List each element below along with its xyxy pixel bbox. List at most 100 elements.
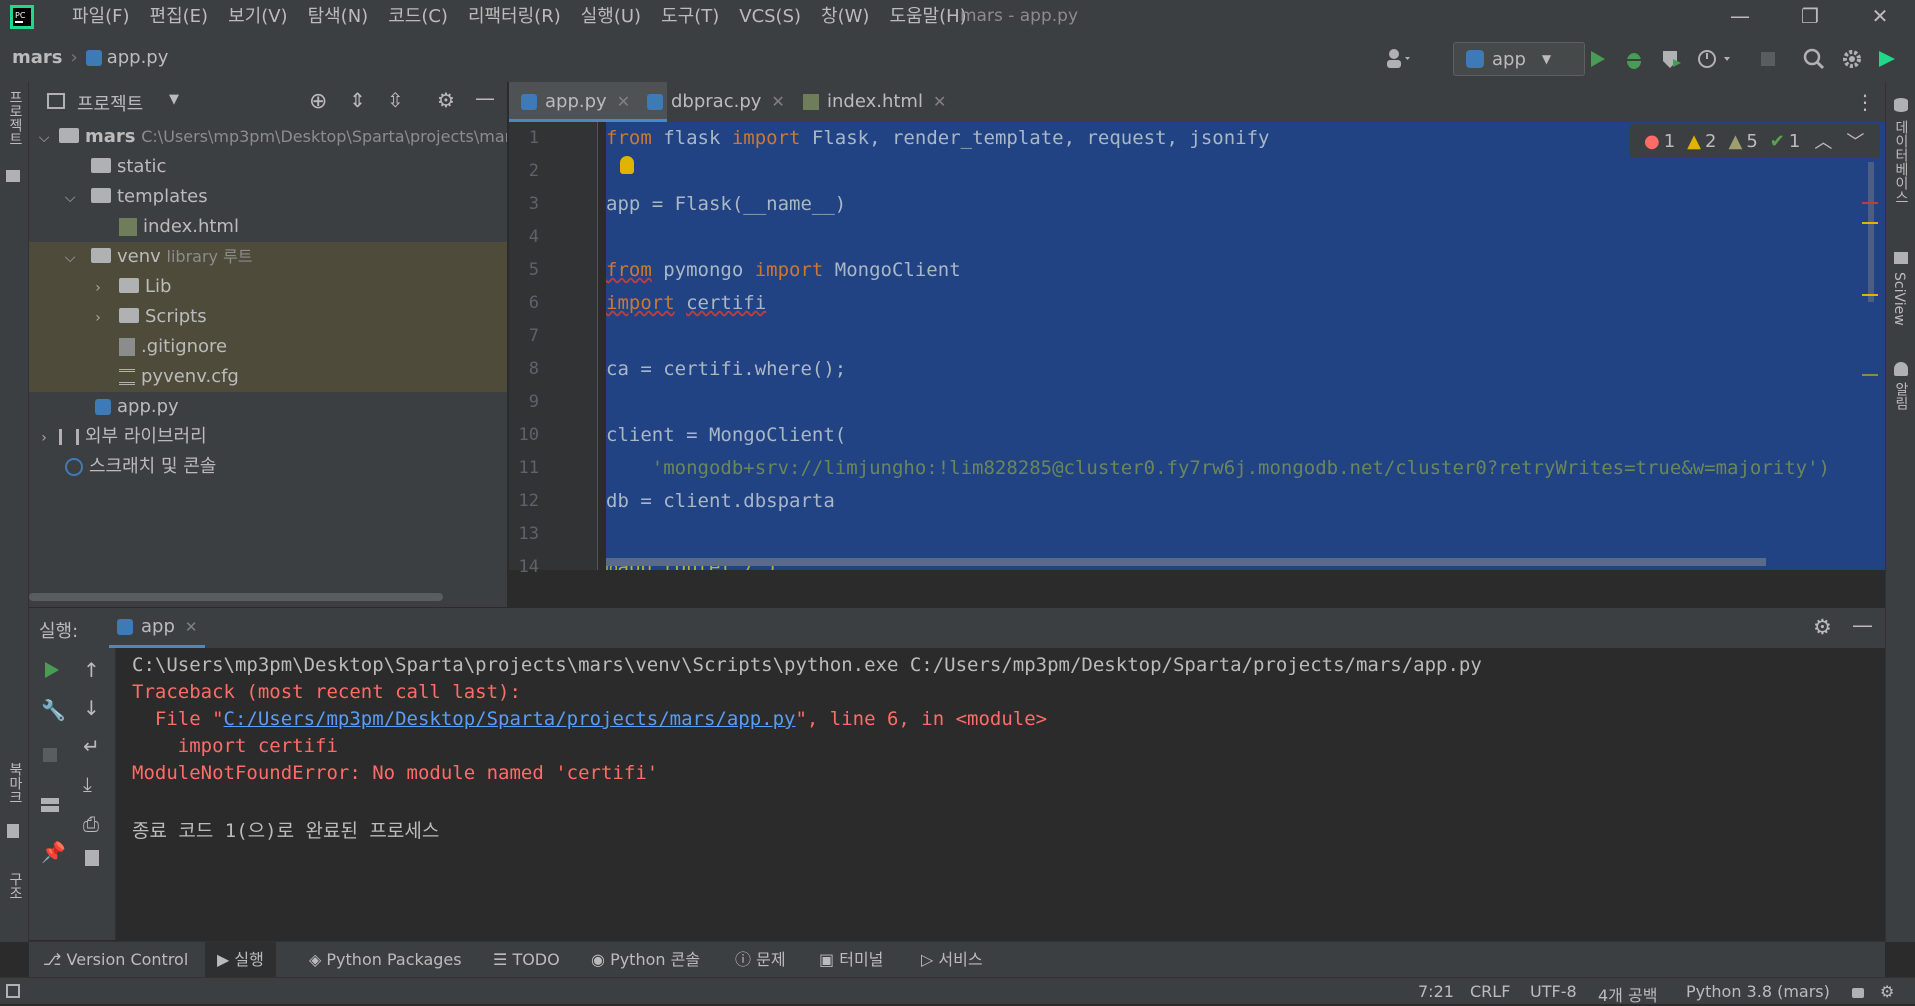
hide-run-panel-icon[interactable]: —	[1852, 613, 1873, 637]
collapse-all-icon[interactable]: ⇳	[387, 88, 404, 112]
menu-run[interactable]: 실행(U)	[571, 5, 651, 29]
wrench-icon[interactable]: 🔧	[41, 698, 66, 722]
close-tab-icon[interactable]: ✕	[185, 618, 198, 636]
tool-windows-toggle-icon[interactable]	[6, 984, 20, 998]
tree-item-static[interactable]: static	[29, 152, 507, 182]
tree-item-pyvenv-cfg[interactable]: pyvenv.cfg	[29, 362, 507, 392]
tree-item-lib[interactable]: › Lib	[29, 272, 507, 302]
tool-services[interactable]: ▷ 서비스	[921, 942, 983, 978]
run-tab-app[interactable]: app ✕	[109, 608, 206, 648]
pin-icon[interactable]: 📌	[41, 840, 66, 864]
chevron-right-icon[interactable]: ›	[89, 273, 107, 302]
code-editor[interactable]: from flask import Flask, render_template…	[598, 122, 1885, 570]
menu-code[interactable]: 코드(C)	[378, 5, 458, 29]
stop-icon[interactable]	[1756, 47, 1780, 71]
project-panel-title[interactable]: 프로젝트	[77, 90, 143, 116]
tree-item-app-py[interactable]: app.py	[29, 392, 507, 422]
tool-python-console[interactable]: ◉ Python 콘솔	[591, 942, 700, 978]
warning-stripe-mark[interactable]	[1862, 294, 1878, 296]
run-console[interactable]: C:\Users\mp3pm\Desktop\Sparta\projects\m…	[116, 648, 1885, 940]
tool-run[interactable]: ▶ 실행	[205, 942, 276, 978]
previous-highlight-icon[interactable]: ︿	[1814, 128, 1832, 154]
menu-file[interactable]: 파일(F)	[62, 5, 140, 29]
expand-all-icon[interactable]: ⇕	[349, 88, 366, 112]
editor-vertical-scrollbar[interactable]	[1868, 162, 1874, 302]
memory-indicator-icon[interactable]: ⚙	[1880, 982, 1894, 1001]
restore-button[interactable]: ❐	[1775, 0, 1845, 34]
profile-icon[interactable]	[1696, 47, 1730, 71]
menu-vcs[interactable]: VCS(S)	[729, 5, 811, 29]
tree-item-gitignore[interactable]: .gitignore	[29, 332, 507, 362]
warning-stripe-mark[interactable]	[1862, 222, 1878, 224]
chevron-down-icon[interactable]: ⌵	[61, 183, 79, 212]
tree-item-index-html[interactable]: index.html	[29, 212, 507, 242]
menu-window[interactable]: 창(W)	[811, 5, 879, 29]
python-interpreter[interactable]: Python 3.8 (mars)	[1686, 982, 1830, 1001]
print-icon[interactable]: ⎙	[83, 812, 99, 836]
breadcrumb-file[interactable]: app.py	[107, 47, 169, 68]
tool-todo[interactable]: ☰ TODO	[493, 942, 560, 978]
tab-dbprac-py[interactable]: dbprac.py ✕	[635, 82, 815, 122]
tree-item-external-libraries[interactable]: › 외부 라이브러리	[29, 422, 507, 452]
run-settings-gear-icon[interactable]: ⚙	[1813, 615, 1832, 639]
menu-navigate[interactable]: 탐색(N)	[298, 5, 379, 29]
down-arrow-icon[interactable]: ↓	[83, 696, 100, 720]
error-stripe-mark[interactable]	[1862, 202, 1878, 204]
tool-python-packages[interactable]: ◈ Python Packages	[309, 942, 462, 978]
soft-wrap-icon[interactable]: ↵	[83, 734, 100, 758]
caret-position[interactable]: 7:21	[1418, 982, 1454, 1001]
tree-item-scripts[interactable]: › Scripts	[29, 302, 507, 332]
close-window-button[interactable]: ✕	[1845, 0, 1915, 34]
up-arrow-icon[interactable]: ↑	[83, 658, 100, 682]
chevron-right-icon[interactable]: ›	[89, 303, 107, 332]
run-config-selector[interactable]: app ▼	[1453, 42, 1585, 76]
tree-item-venv[interactable]: ⌵ venv library 루트	[29, 242, 507, 272]
file-encoding[interactable]: UTF-8	[1530, 982, 1577, 1001]
locate-icon[interactable]: ⊕	[309, 89, 327, 114]
tool-problems[interactable]: ⓘ 문제	[735, 942, 786, 978]
inspection-widget[interactable]: ● 1 ▲ 2 ▲ 5 ✔ 1 ︿ ﹀	[1630, 124, 1880, 158]
file-link[interactable]: C:/Users/mp3pm/Desktop/Sparta/projects/m…	[224, 708, 796, 730]
run-icon[interactable]	[1585, 47, 1609, 71]
settings-gear-icon[interactable]	[1840, 47, 1864, 71]
bookmarks-tool-tab[interactable]: 북마크	[5, 762, 25, 804]
more-tabs-icon[interactable]: ⋮	[1855, 90, 1875, 114]
stop-icon[interactable]	[43, 748, 57, 762]
coverage-icon[interactable]	[1659, 47, 1683, 71]
chevron-down-icon[interactable]: ▼	[169, 92, 179, 107]
weak-warning-stripe-mark[interactable]	[1862, 374, 1878, 376]
trash-icon[interactable]	[85, 850, 99, 866]
search-icon[interactable]	[1802, 47, 1826, 71]
indent-setting[interactable]: 4개 공백	[1598, 982, 1657, 1006]
intention-bulb-icon[interactable]	[620, 156, 634, 174]
next-highlight-icon[interactable]: ﹀	[1846, 128, 1864, 154]
tab-index-html[interactable]: index.html ✕	[791, 82, 977, 122]
debug-icon[interactable]	[1622, 47, 1646, 71]
user-icon[interactable]	[1385, 47, 1410, 71]
rerun-icon[interactable]	[41, 660, 61, 680]
hide-panel-icon[interactable]: —	[475, 86, 495, 110]
close-tab-icon[interactable]: ✕	[771, 92, 784, 111]
line-separator[interactable]: CRLF	[1470, 982, 1510, 1001]
notifications-tool-tab[interactable]: 알림	[1891, 382, 1911, 410]
panel-settings-gear-icon[interactable]: ⚙	[437, 88, 455, 112]
update-icon[interactable]	[1875, 47, 1899, 71]
scroll-to-end-icon[interactable]: ⤓	[83, 772, 92, 796]
horizontal-scrollbar[interactable]	[29, 593, 443, 601]
chevron-down-icon[interactable]: ⌵	[61, 243, 79, 272]
tool-version-control[interactable]: ⎇ Version Control	[43, 942, 188, 978]
breadcrumb-project[interactable]: mars	[12, 47, 63, 68]
sciview-tool-tab[interactable]: SciView	[1891, 272, 1907, 326]
close-tab-icon[interactable]: ✕	[617, 92, 630, 111]
tree-item-mars[interactable]: ⌵ mars C:\Users\mp3pm\Desktop\Sparta\proj…	[29, 122, 507, 152]
database-tool-tab[interactable]: 데이터베이스	[1891, 120, 1911, 204]
menu-refactor[interactable]: 리팩터링(R)	[458, 5, 571, 29]
layout-icon[interactable]	[41, 798, 59, 812]
lock-icon[interactable]	[1852, 988, 1864, 998]
menu-tools[interactable]: 도구(T)	[651, 5, 729, 29]
chevron-down-icon[interactable]: ⌵	[35, 123, 53, 152]
chevron-right-icon[interactable]: ›	[35, 423, 53, 452]
tool-terminal[interactable]: ▣ 터미널	[819, 942, 883, 978]
project-tool-tab[interactable]: 프로젝트	[5, 90, 25, 146]
tree-item-templates[interactable]: ⌵ templates	[29, 182, 507, 212]
